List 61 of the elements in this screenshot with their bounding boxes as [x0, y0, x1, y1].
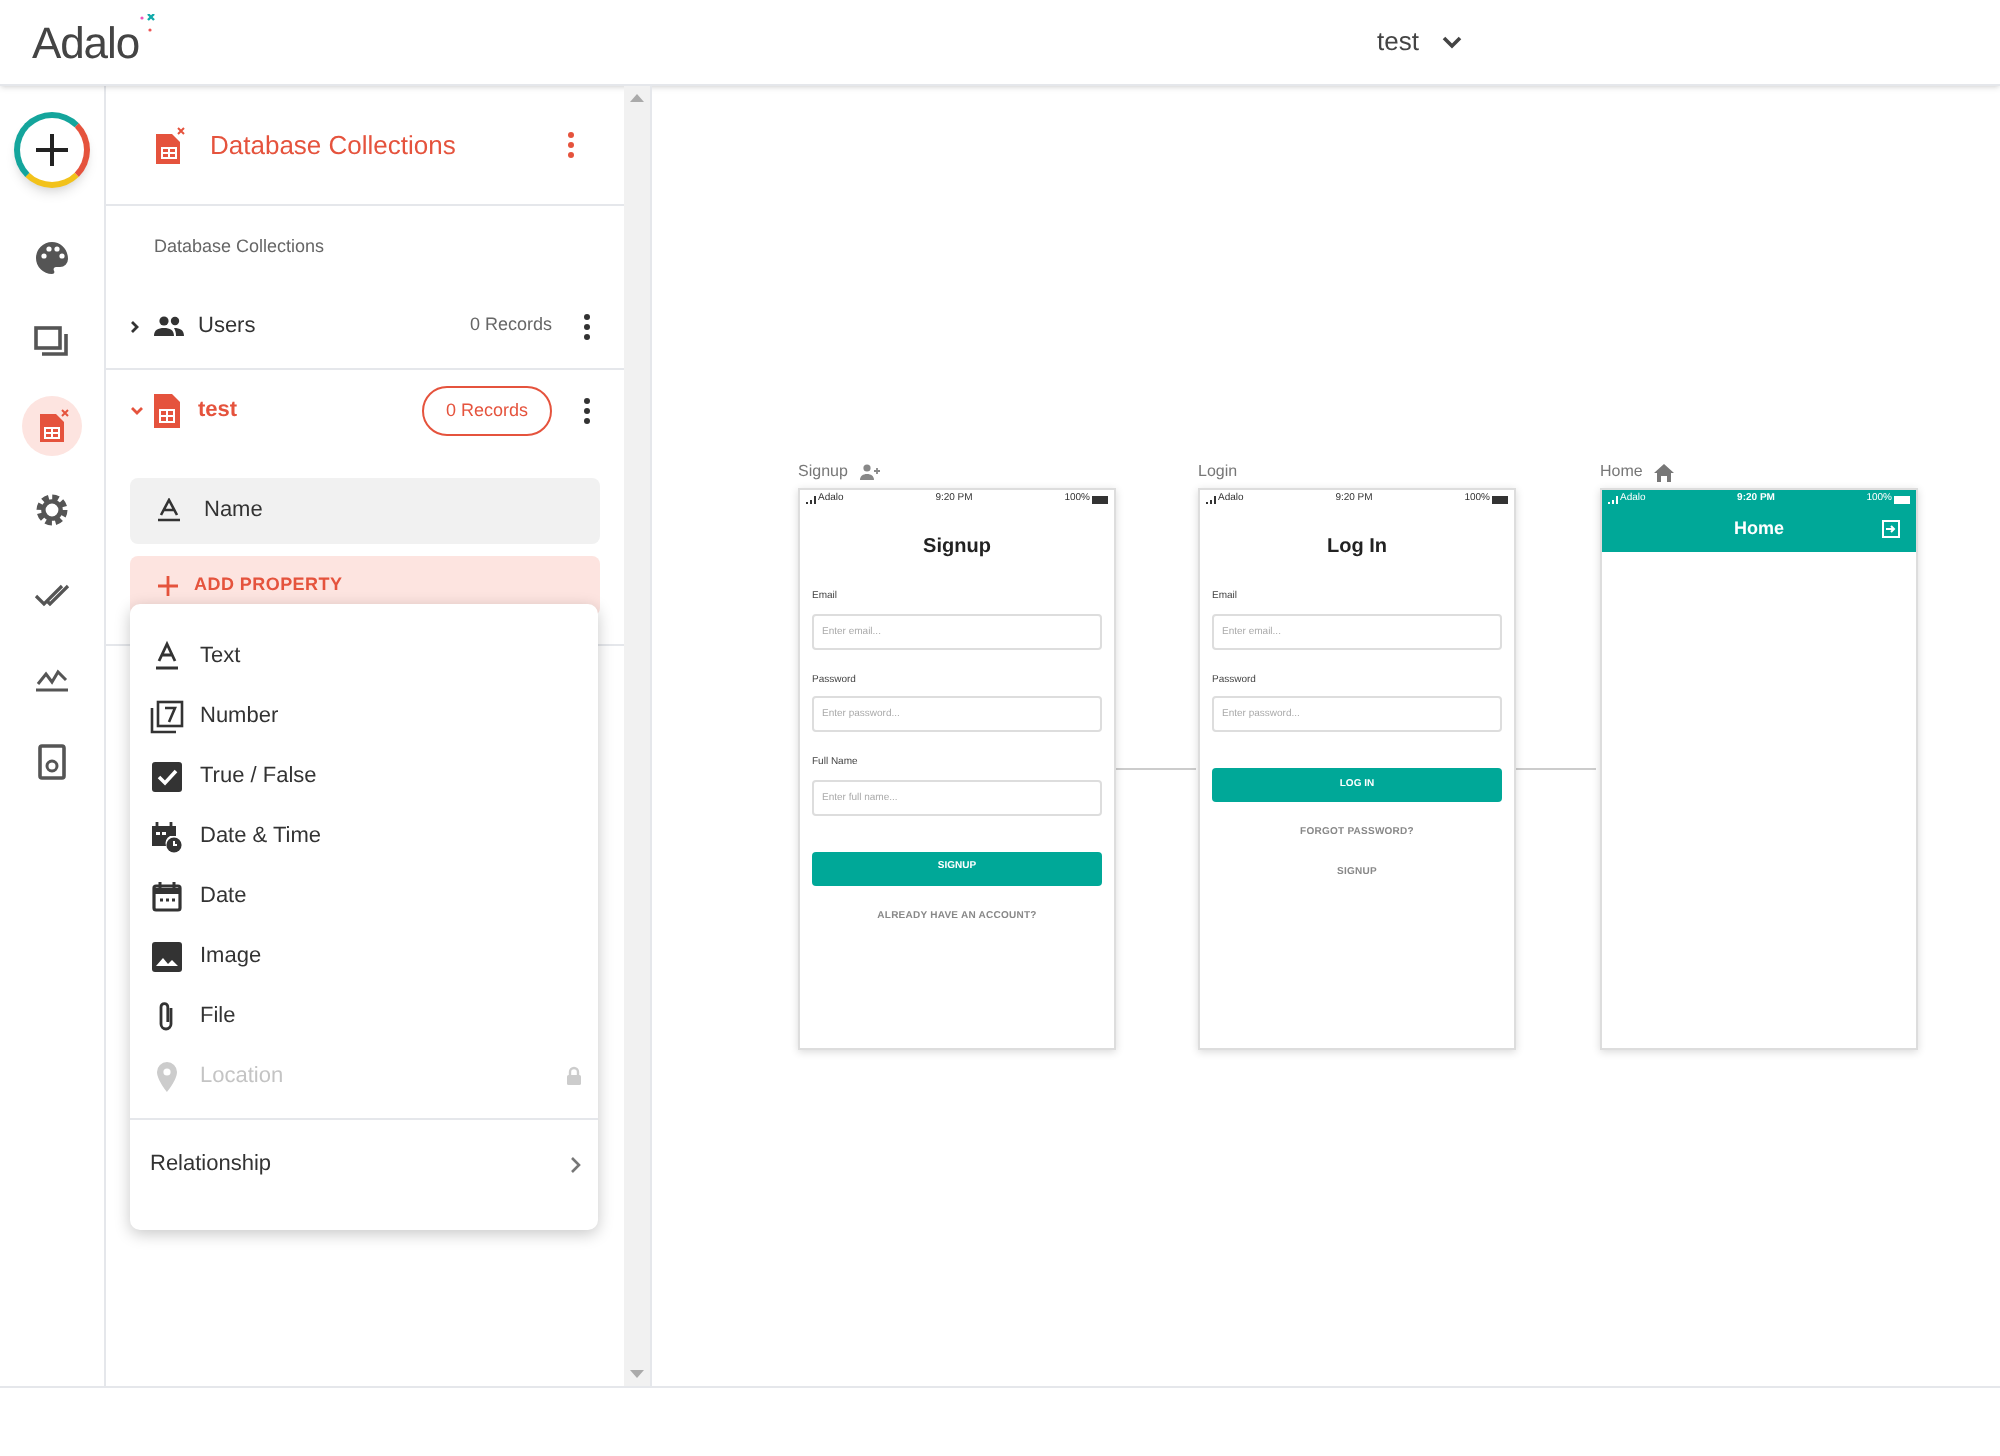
collection-name[interactable]: Users — [198, 309, 470, 343]
database-icon — [34, 408, 70, 444]
database-icon — [154, 125, 186, 165]
menu-item: Location — [130, 1046, 598, 1106]
calendar-clock-icon — [150, 819, 184, 853]
logout-icon[interactable] — [1882, 520, 1900, 538]
screen-label[interactable]: Home — [1600, 460, 1643, 484]
signal-icon — [1206, 495, 1216, 503]
screens-icon — [34, 324, 70, 360]
connector-line — [1116, 768, 1196, 770]
more-options-icon[interactable] — [580, 313, 592, 339]
table-file-icon — [154, 394, 180, 428]
add-button[interactable] — [14, 112, 90, 188]
users-icon — [154, 316, 184, 336]
menu-item[interactable]: True / False — [130, 746, 598, 806]
connector-line — [1516, 768, 1596, 770]
menu-item[interactable]: Date & Time — [130, 806, 598, 866]
property-row[interactable]: Name — [130, 477, 600, 543]
text-format-icon — [158, 498, 180, 522]
text-format-icon — [150, 639, 184, 673]
home-icon — [1654, 463, 1675, 481]
menu-item[interactable]: Image — [130, 926, 598, 986]
image-icon — [150, 939, 184, 973]
settings-icon — [34, 492, 70, 528]
section-label: Database Collections — [152, 234, 327, 260]
battery-icon — [1092, 495, 1108, 503]
menu-item[interactable]: Date — [130, 866, 598, 926]
menu-item[interactable]: Number — [130, 686, 598, 746]
collection-name[interactable]: test — [198, 394, 422, 428]
screen-title: Log In — [1325, 534, 1389, 562]
plus-icon — [32, 130, 72, 170]
signal-icon — [1608, 495, 1618, 503]
more-options-icon[interactable] — [580, 398, 592, 424]
logo-text: Adalo — [32, 15, 140, 71]
selected-nav-button[interactable] — [22, 396, 82, 456]
user-add-icon — [859, 464, 880, 480]
app-selector[interactable]: test — [1377, 22, 1463, 62]
chevron-down-icon — [1442, 35, 1463, 49]
lock-icon — [566, 1066, 582, 1086]
palette-icon — [34, 240, 70, 276]
plus-icon — [158, 575, 178, 595]
chevron-right-icon — [570, 1156, 582, 1174]
screen-label[interactable]: Signup — [798, 460, 848, 484]
chevron-right-icon[interactable] — [130, 319, 140, 333]
chevron-down-icon[interactable] — [130, 406, 144, 416]
signal-icon — [806, 495, 816, 503]
records-badge[interactable]: 0 Records — [421, 385, 552, 437]
battery-icon — [1492, 495, 1508, 503]
screen-label[interactable]: Login — [1198, 460, 1238, 484]
records-count: 0 Records — [469, 312, 552, 339]
number-box-icon — [150, 699, 184, 733]
submenu-item[interactable]: Relationship — [130, 1120, 598, 1210]
checkbox-icon — [150, 759, 184, 793]
battery-icon — [1894, 495, 1910, 503]
app-bar-title: Home — [1733, 516, 1784, 543]
calendar-icon — [150, 879, 184, 913]
menu-item[interactable]: File — [130, 986, 598, 1046]
sparkle-icon — [139, 13, 156, 33]
screen-title: Signup — [921, 534, 993, 562]
menu-item[interactable]: Text — [130, 626, 598, 686]
panel-title: Database Collections — [210, 127, 458, 164]
